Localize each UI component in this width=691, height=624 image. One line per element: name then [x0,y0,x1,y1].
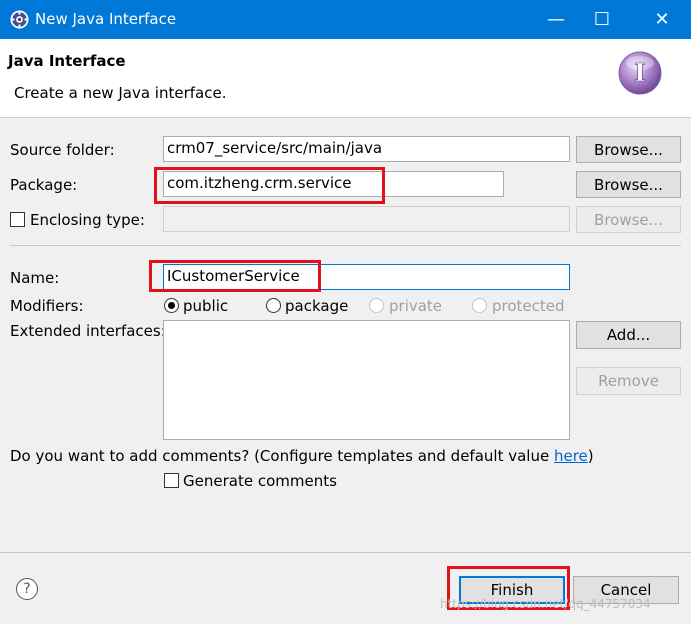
wizard-title: Java Interface [8,52,126,70]
minimize-button[interactable]: — [533,0,579,39]
close-icon: ✕ [654,9,670,30]
extended-interfaces-list[interactable] [163,320,570,440]
generate-comments-label: Generate comments [183,472,337,490]
enclosing-type-input[interactable] [163,206,570,232]
remove-interface-button[interactable]: Remove [576,367,681,395]
modifier-public-radio[interactable] [164,298,179,313]
source-folder-browse-button[interactable]: Browse... [576,136,681,163]
add-interface-button[interactable]: Add... [576,321,681,349]
minimize-icon: — [547,9,565,30]
interface-I-icon: I [618,51,662,95]
generate-comments-checkbox[interactable] [164,473,179,488]
extended-interfaces-label: Extended interfaces: [10,322,166,340]
configure-templates-link[interactable]: here [554,447,588,465]
help-icon[interactable]: ? [16,578,38,600]
modifier-private-radio[interactable] [369,298,384,313]
maximize-icon: ☐ [593,9,611,30]
package-label: Package: [10,176,78,194]
enclosing-type-checkbox[interactable] [10,212,25,227]
wizard-header: Java Interface Create a new Java interfa… [0,39,691,118]
wizard-description: Create a new Java interface. [14,84,227,102]
modifier-package-label: package [285,297,349,315]
modifier-protected-radio[interactable] [472,298,487,313]
modifier-package-radio[interactable] [266,298,281,313]
enclosing-type-label: Enclosing type: [30,211,145,229]
maximize-button[interactable]: ☐ [579,0,625,39]
close-button[interactable]: ✕ [639,0,685,39]
modifier-protected-label: protected [492,297,565,315]
title-bar[interactable]: New Java Interface — ☐ ✕ [0,0,691,39]
footer-separator [0,552,691,553]
comments-question-text: Do you want to add comments? (Configure … [10,447,554,465]
package-highlight-box [154,167,385,204]
watermark-text: https://blog.csdn.net/qq_44757034 [440,597,651,611]
modifier-public-label: public [183,297,229,315]
comments-close-paren: ) [587,447,594,465]
modifier-private-label: private [389,297,443,315]
window-title: New Java Interface [35,10,177,28]
name-highlight-box [149,260,321,292]
section-separator [10,245,681,246]
package-browse-button[interactable]: Browse... [576,171,681,198]
comments-question: Do you want to add comments? (Configure … [10,447,594,465]
source-folder-input[interactable]: crm07_service/src/main/java [163,136,570,162]
source-folder-label: Source folder: [10,141,115,159]
enclosing-type-browse-button[interactable]: Browse... [576,206,681,233]
svg-text:I: I [634,58,645,87]
name-label: Name: [10,269,60,287]
eclipse-gear-icon [10,10,29,29]
modifiers-label: Modifiers: [10,297,84,315]
